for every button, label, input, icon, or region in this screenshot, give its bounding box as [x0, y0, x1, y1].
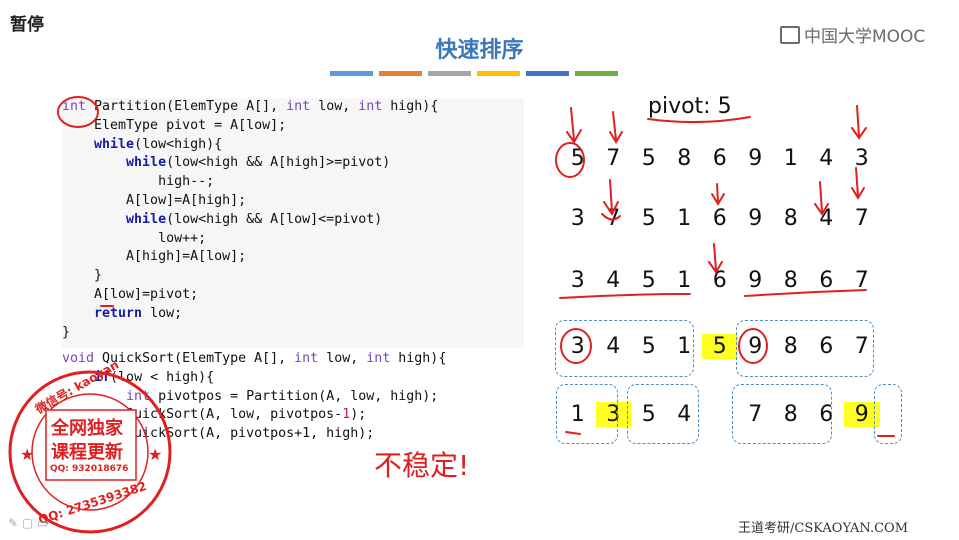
circle-annotation: [560, 328, 592, 364]
pivot-underline: [647, 116, 751, 124]
stamp-qq-small: QQ: 932018676: [50, 464, 129, 474]
arrow-annotation: [711, 183, 725, 206]
star-icon: ★: [20, 445, 34, 464]
unstable-note: 不稳定!: [374, 449, 470, 482]
footer-credit: 王道考研/CSKAOYAN.COM: [738, 521, 909, 536]
arrow-annotation: [609, 111, 623, 144]
arrow-annotation: [708, 243, 723, 274]
arrow-annotation: [814, 181, 829, 216]
circle-annotation: [738, 328, 768, 364]
arrow-annotation: [566, 107, 582, 144]
watermark-stamp: ★ ★ 微信号: kaoyan 全网独家 课程更新 QQ: 932018676 …: [6, 357, 174, 536]
underline-annotation: [565, 431, 581, 435]
star-icon: ★: [148, 445, 162, 464]
circle-annotation: [57, 96, 99, 128]
arrow-annotation: [603, 179, 619, 216]
arrow-annotation: [851, 167, 865, 200]
stamp-line-1: 全网独家: [51, 418, 123, 439]
underline-annotation: [744, 289, 867, 297]
arrow-annotation: [851, 105, 867, 140]
underline-annotation: [559, 293, 691, 299]
circle-annotation: [555, 142, 585, 178]
stamp-line-2: 课程更新: [51, 442, 123, 463]
strike-annotation: [601, 213, 621, 221]
player-tools[interactable]: ✎ ▢ ▭: [8, 516, 48, 530]
